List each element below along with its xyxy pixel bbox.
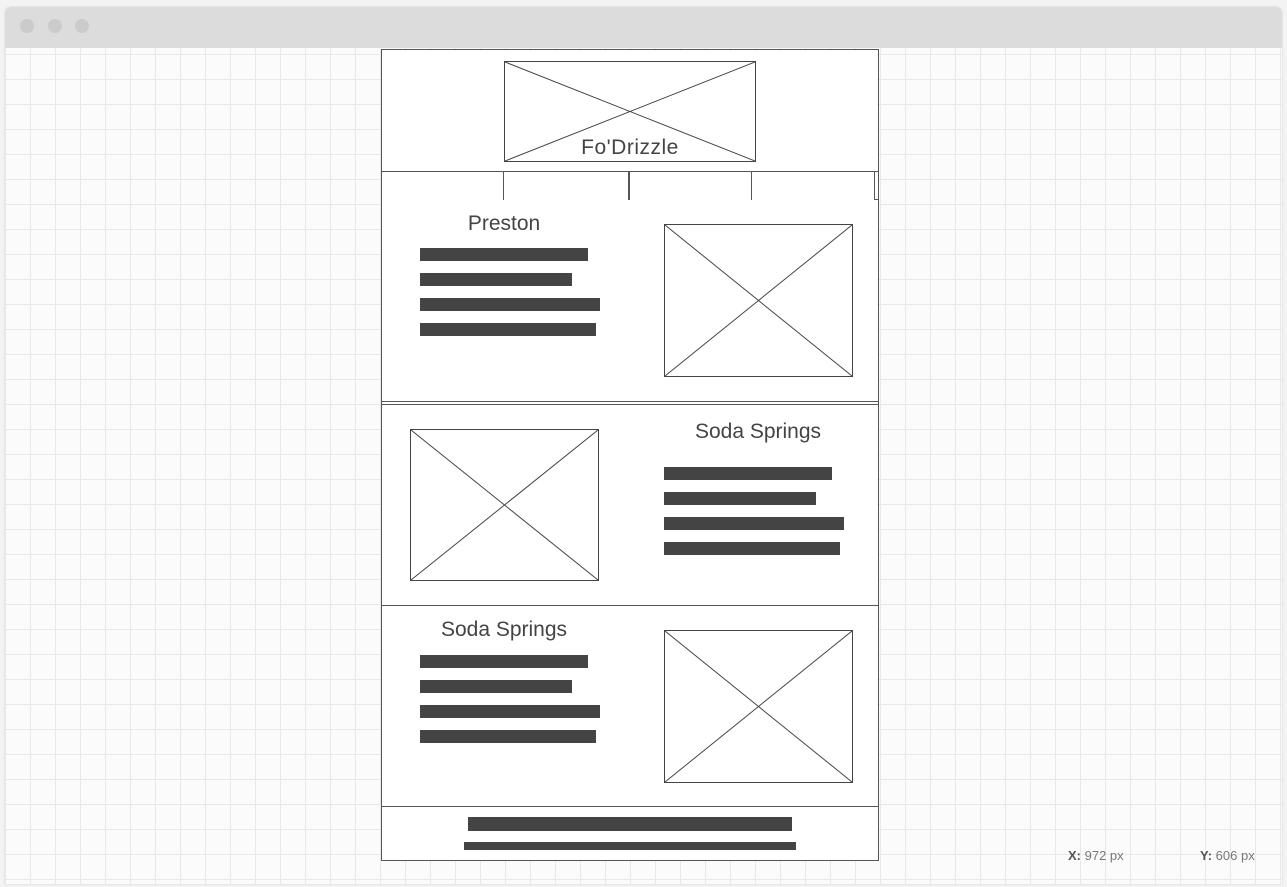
minimize-window-dot-icon[interactable] [48, 19, 62, 33]
nav-tab-1[interactable] [382, 172, 504, 200]
section-heading: Soda Springs [694, 420, 822, 443]
wireframe-page: Fo'Drizzle Preston Soda Springs Soda Spr… [381, 49, 879, 861]
text-line-placeholder [664, 542, 840, 555]
y-coordinate-value: 606 px [1215, 848, 1255, 863]
image-placeholder-icon [665, 225, 852, 376]
section-image-placeholder[interactable] [664, 630, 853, 783]
maximize-window-dot-icon[interactable] [75, 19, 89, 33]
text-line-placeholder [420, 298, 600, 311]
title-bar [5, 7, 1282, 48]
content-section-preston: Preston [382, 201, 878, 402]
y-coordinate-readout: Y: 606 px [1200, 848, 1255, 863]
logo-text: Fo'Drizzle [581, 136, 679, 159]
x-coordinate-value: 972 px [1084, 848, 1124, 863]
section-heading: Soda Springs [440, 618, 568, 641]
text-line-placeholder [420, 680, 572, 693]
close-window-dot-icon[interactable] [20, 19, 34, 33]
image-placeholder-icon [411, 430, 598, 580]
logo-image-placeholder[interactable]: Fo'Drizzle [504, 61, 756, 162]
y-coordinate-label: Y: [1200, 848, 1213, 863]
footer-text-placeholder [468, 817, 792, 831]
text-line-placeholder [420, 248, 588, 261]
x-coordinate-readout: X: 972 px [1068, 848, 1124, 863]
text-line-placeholder [420, 730, 596, 743]
footer-section [382, 807, 878, 860]
nav-tab-3[interactable] [629, 172, 752, 200]
section-image-placeholder[interactable] [664, 224, 853, 377]
text-line-placeholder [664, 517, 844, 530]
browser-window: Fo'Drizzle Preston Soda Springs Soda Spr… [5, 7, 1282, 884]
nav-tab-4[interactable] [752, 172, 875, 200]
x-coordinate-label: X: [1068, 848, 1081, 863]
content-section-soda-springs-2: Soda Springs [382, 607, 878, 807]
content-section-soda-springs-1: Soda Springs [382, 404, 878, 606]
text-line-placeholder [420, 323, 596, 336]
text-line-placeholder [664, 492, 816, 505]
nav-bar [382, 172, 878, 200]
section-image-placeholder[interactable] [410, 429, 599, 581]
header-section: Fo'Drizzle [382, 50, 878, 172]
text-line-placeholder [420, 273, 572, 286]
text-line-placeholder [664, 467, 832, 480]
footer-text-placeholder [464, 842, 796, 850]
nav-tab-2[interactable] [504, 172, 629, 200]
text-line-placeholder [420, 705, 600, 718]
image-placeholder-icon [665, 631, 852, 782]
text-line-placeholder [420, 655, 588, 668]
wireframe-canvas[interactable]: Fo'Drizzle Preston Soda Springs Soda Spr… [5, 48, 1282, 884]
section-heading: Preston [467, 212, 541, 235]
